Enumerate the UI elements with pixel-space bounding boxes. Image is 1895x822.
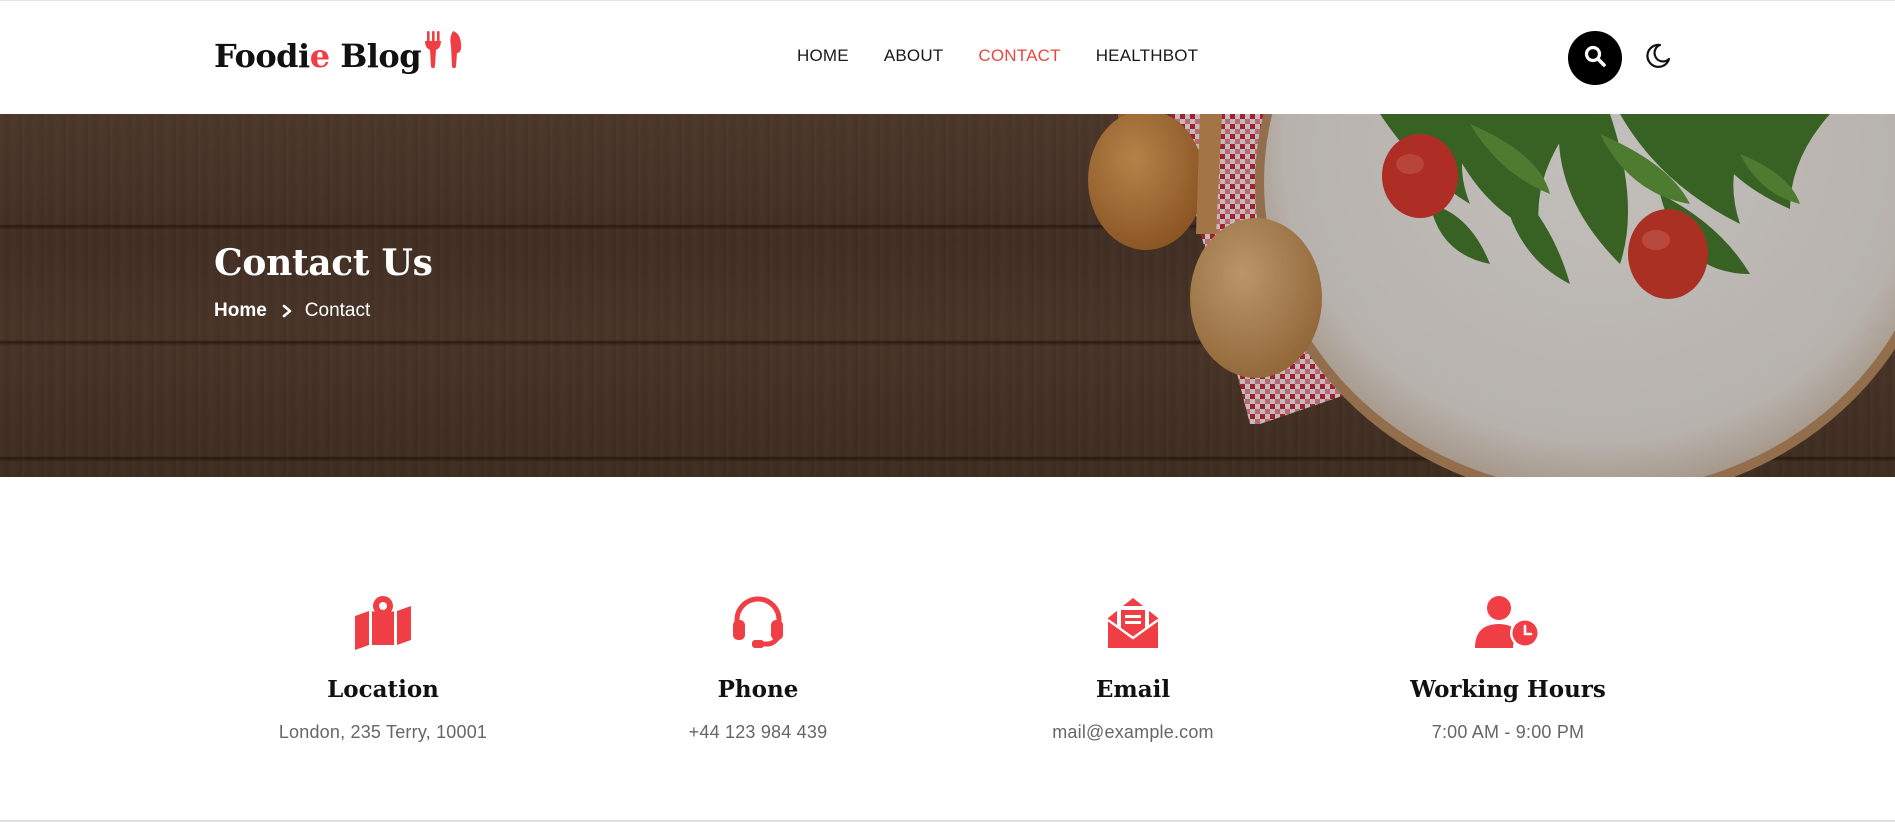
- page-banner: Contact Us Home Contact: [0, 114, 1895, 477]
- location-card: Location London, 235 Terry, 10001: [233, 596, 533, 743]
- chevron-right-icon: [281, 304, 293, 318]
- phone-card: Phone +44 123 984 439: [608, 596, 908, 743]
- logo-text-accent: e: [309, 37, 330, 75]
- logo-text-end: Blog: [329, 37, 422, 75]
- nav-contact[interactable]: CONTACT: [978, 46, 1060, 66]
- card-value: 7:00 AM - 9:00 PM: [1431, 722, 1585, 742]
- theme-toggle-button[interactable]: [1643, 43, 1673, 73]
- nav-healthbot[interactable]: HEALTHBOT: [1096, 46, 1199, 66]
- food-table-image: [0, 114, 1895, 477]
- breadcrumb-current: Contact: [304, 300, 371, 321]
- user-clock-icon: [1358, 596, 1658, 650]
- logo-text-start: Foodi: [214, 37, 310, 75]
- card-title: Email: [1095, 676, 1171, 703]
- search-button[interactable]: [1568, 31, 1622, 85]
- working-hours-card: Working Hours 7:00 AM - 9:00 PM: [1358, 596, 1658, 743]
- search-icon: [1584, 45, 1606, 72]
- moon-icon: [1644, 42, 1672, 75]
- map-pin-icon: [233, 596, 533, 650]
- site-logo[interactable]: Foodi e Blog: [214, 31, 463, 77]
- card-value: +44 123 984 439: [688, 722, 828, 742]
- envelope-open-icon: [983, 596, 1283, 650]
- card-title: Working Hours: [1410, 676, 1606, 703]
- site-header: Foodi e Blog HOME ABOUT CONTACT HEALTHBOT: [0, 1, 1895, 114]
- card-title: Location: [327, 676, 439, 703]
- main-nav: HOME ABOUT CONTACT HEALTHBOT: [797, 46, 1233, 66]
- card-title: Phone: [717, 676, 799, 703]
- page-title: Contact Us: [214, 242, 433, 284]
- card-value: mail@example.com: [1052, 722, 1214, 742]
- cutlery-icon: [423, 29, 463, 77]
- nav-home[interactable]: HOME: [797, 46, 849, 66]
- breadcrumb: Home Contact: [214, 300, 370, 322]
- card-value: London, 235 Terry, 10001: [278, 722, 488, 742]
- email-card: Email mail@example.com: [983, 596, 1283, 743]
- breadcrumb-home-link[interactable]: Home: [214, 300, 267, 322]
- nav-about[interactable]: ABOUT: [884, 46, 944, 66]
- headset-icon: [608, 596, 908, 650]
